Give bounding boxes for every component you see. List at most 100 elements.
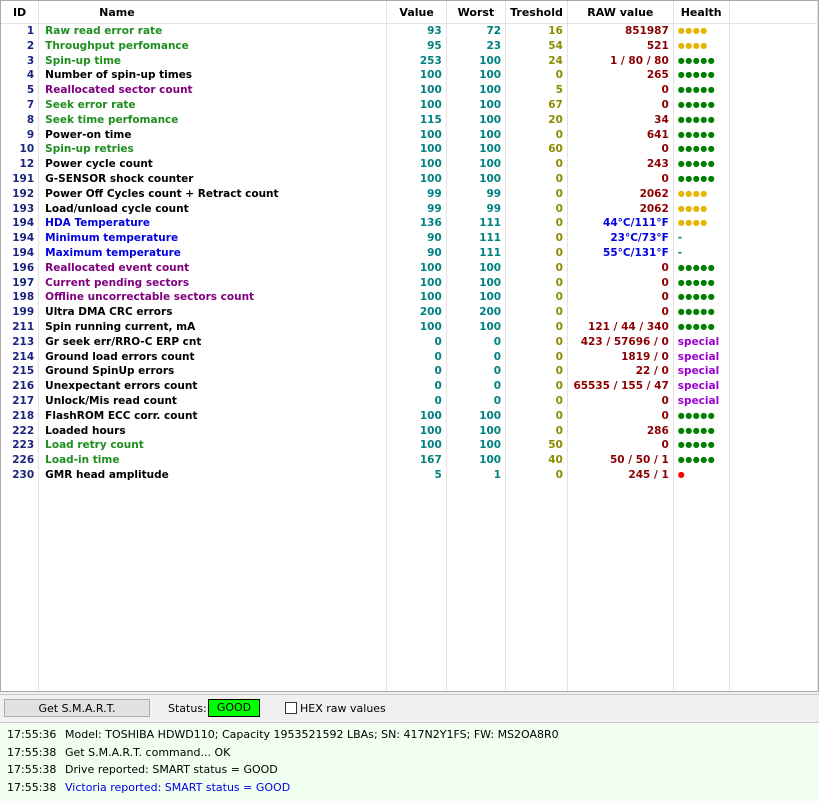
- get-smart-button[interactable]: Get S.M.A.R.T.: [4, 699, 150, 717]
- cell-empty: [729, 423, 818, 439]
- cell-name: Load-in time: [38, 453, 388, 468]
- table-row[interactable]: 223 Load retry count 100 100 50 0 ●●●●●: [1, 438, 818, 454]
- cell-id: 1: [1, 23, 40, 39]
- cell-health: -: [673, 245, 730, 261]
- cell-worst: 111: [446, 245, 507, 261]
- table-row[interactable]: 230 GMR head amplitude 5 1 0 245 / 1 ●: [1, 467, 818, 483]
- log-message: Victoria reported: SMART status = GOOD: [65, 780, 291, 794]
- table-row[interactable]: 215 Ground SpinUp errors 0 0 0 22 / 0 special: [1, 364, 818, 380]
- table-row[interactable]: 3 Spin-up time 253 100 24 1 / 80 / 80 ●●●●●: [1, 53, 818, 69]
- log-message: Get S.M.A.R.T. command... OK: [65, 745, 231, 759]
- cell-treshold: 0: [505, 305, 568, 320]
- cell-health: ●●●●●: [673, 305, 730, 320]
- table-header: ID Name Value Worst Treshold RAW value H…: [1, 1, 818, 24]
- table-row[interactable]: 5 Reallocated sector count 100 100 5 0 ●●●●●: [1, 83, 818, 98]
- cell-value: 90: [386, 245, 447, 261]
- table-row[interactable]: 2 Throughput perfomance 95 23 54 521 ●●●●: [1, 38, 818, 54]
- table-row[interactable]: 213 Gr seek err/RRO-C ERP cnt 0 0 0 423 / 576…: [1, 334, 818, 350]
- cell-name: Power cycle count: [38, 157, 388, 172]
- col-treshold-header[interactable]: Treshold: [505, 1, 568, 24]
- table-row[interactable]: 8 Seek time perfomance 115 100 20 34 ●●●●●: [1, 112, 818, 128]
- hex-raw-checkbox[interactable]: [285, 702, 297, 714]
- table-row[interactable]: 214 Ground load errors count 0 0 0 1819 / 0 sp…: [1, 349, 818, 365]
- cell-name: Spin running current, mA: [38, 319, 388, 335]
- filler-cell: [1, 482, 40, 691]
- smart-table: ID Name Value Worst Treshold RAW value H…: [1, 1, 818, 691]
- table-row[interactable]: 218 FlashROM ECC corr. count 100 100 0 0 ●●●●●: [1, 408, 818, 424]
- cell-treshold: 67: [505, 97, 568, 113]
- cell-treshold: 0: [505, 260, 568, 276]
- table-row[interactable]: 216 Unexpectant errors count 0 0 0 65535 / 15…: [1, 379, 818, 394]
- filler-cell: [673, 482, 730, 691]
- cell-raw: 0: [567, 290, 674, 306]
- table-row[interactable]: 222 Loaded hours 100 100 0 286 ●●●●●: [1, 423, 818, 439]
- table-row[interactable]: 4 Number of spin-up times 100 100 0 265 ●●●●●: [1, 68, 818, 84]
- cell-name: Unlock/Mis read count: [38, 393, 388, 409]
- table-row[interactable]: 10 Spin-up retries 100 100 60 0 ●●●●●: [1, 142, 818, 158]
- table-row[interactable]: 1 Raw read error rate 93 72 16 851987 ●●●●: [1, 23, 818, 39]
- cell-health: ●●●●●: [673, 142, 730, 158]
- cell-treshold: 54: [505, 38, 568, 54]
- cell-worst: 100: [446, 408, 507, 424]
- cell-health: ●●●●●: [673, 290, 730, 306]
- table-row[interactable]: 191 G-SENSOR shock counter 100 100 0 0 ●●●●●: [1, 171, 818, 187]
- cell-raw: 641: [567, 127, 674, 143]
- table-row[interactable]: 9 Power-on time 100 100 0 641 ●●●●●: [1, 127, 818, 143]
- cell-empty: [729, 290, 818, 306]
- col-name-header[interactable]: Name: [38, 1, 388, 24]
- col-raw-header[interactable]: RAW value: [567, 1, 674, 24]
- hex-raw-label[interactable]: HEX raw values: [300, 702, 386, 715]
- cell-health: ●●●●●: [673, 112, 730, 128]
- table-row[interactable]: 198 Offline uncorrectable sectors count 10…: [1, 290, 818, 306]
- cell-id: 198: [1, 290, 40, 306]
- table-row[interactable]: 211 Spin running current, mA 100 100 0 121 / …: [1, 319, 818, 335]
- cell-worst: 100: [446, 127, 507, 143]
- table-row[interactable]: 199 Ultra DMA CRC errors 200 200 0 0 ●●●●●: [1, 305, 818, 320]
- table-row[interactable]: 12 Power cycle count 100 100 0 243 ●●●●●: [1, 157, 818, 172]
- cell-empty: [729, 393, 818, 409]
- table-row[interactable]: 217 Unlock/Mis read count 0 0 0 0 special: [1, 393, 818, 409]
- cell-id: 4: [1, 68, 40, 84]
- cell-raw: 2062: [567, 186, 674, 202]
- table-row[interactable]: 194 HDA Temperature 136 111 0 44°C/111°F ●●●●: [1, 216, 818, 232]
- cell-treshold: 0: [505, 157, 568, 172]
- cell-name: Spin-up retries: [38, 142, 388, 158]
- cell-treshold: 0: [505, 349, 568, 365]
- table-row[interactable]: 194 Maximum temperature 90 111 0 55°C/131°F -: [1, 245, 818, 261]
- table-row[interactable]: 226 Load-in time 167 100 40 50 / 50 / 1 ●●●●●: [1, 453, 818, 468]
- cell-health: ●●●●: [673, 201, 730, 217]
- cell-worst: 100: [446, 453, 507, 468]
- status-label: Status:: [168, 702, 207, 715]
- cell-name: Seek time perfomance: [38, 112, 388, 128]
- table-row[interactable]: 194 Minimum temperature 90 111 0 23°C/73°F -: [1, 231, 818, 246]
- cell-empty: [729, 112, 818, 128]
- cell-id: 199: [1, 305, 40, 320]
- cell-empty: [729, 201, 818, 217]
- cell-worst: 100: [446, 142, 507, 158]
- col-health-header[interactable]: Health: [673, 1, 730, 24]
- cell-id: 218: [1, 408, 40, 424]
- col-value-header[interactable]: Value: [386, 1, 447, 24]
- cell-name: Minimum temperature: [38, 231, 388, 246]
- cell-treshold: 0: [505, 467, 568, 483]
- cell-value: 100: [386, 97, 447, 113]
- cell-id: 194: [1, 245, 40, 261]
- cell-id: 226: [1, 453, 40, 468]
- col-id-header[interactable]: ID: [1, 1, 40, 24]
- cell-health: -: [673, 231, 730, 246]
- table-row[interactable]: 7 Seek error rate 100 100 67 0 ●●●●●: [1, 97, 818, 113]
- col-empty-header: [729, 1, 818, 24]
- cell-treshold: 0: [505, 379, 568, 394]
- cell-id: 223: [1, 438, 40, 454]
- cell-name: Loaded hours: [38, 423, 388, 439]
- table-row[interactable]: 197 Current pending sectors 100 100 0 0 ●●●●●: [1, 275, 818, 291]
- cell-treshold: 60: [505, 142, 568, 158]
- col-worst-header[interactable]: Worst: [446, 1, 507, 24]
- log-line: 17:55:38 Drive reported: SMART status = G…: [7, 761, 278, 778]
- table-row[interactable]: 196 Reallocated event count 100 100 0 0 ●●●●●: [1, 260, 818, 276]
- log-line: 17:55:38 Get S.M.A.R.T. command... OK: [7, 744, 230, 761]
- table-row[interactable]: 193 Load/unload cycle count 99 99 0 2062 ●●●●: [1, 201, 818, 217]
- cell-empty: [729, 231, 818, 246]
- cell-id: 216: [1, 379, 40, 394]
- table-row[interactable]: 192 Power Off Cycles count + Retract coun…: [1, 186, 818, 202]
